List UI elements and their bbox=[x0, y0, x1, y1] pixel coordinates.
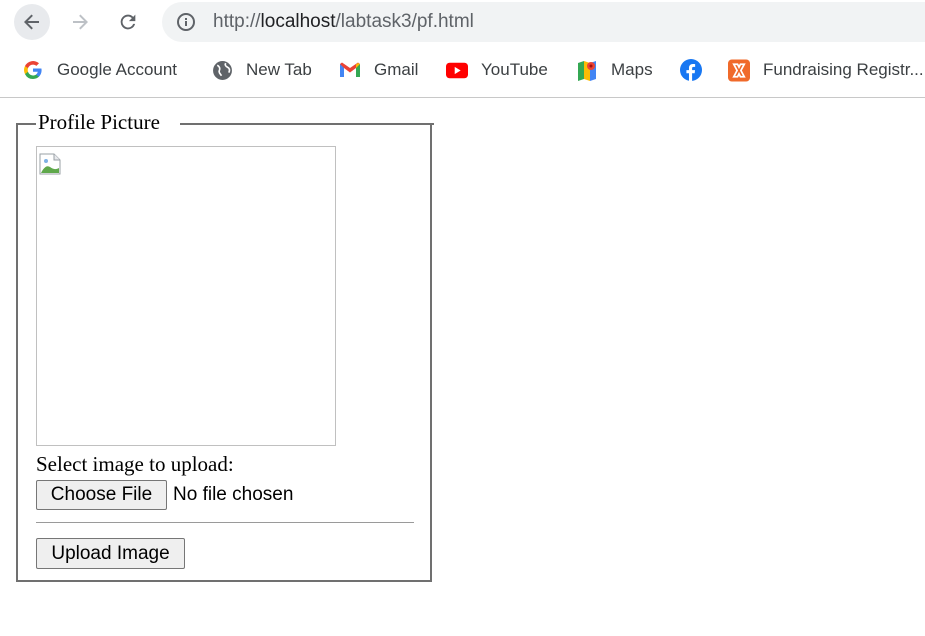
globe-icon bbox=[211, 59, 233, 81]
bookmark-facebook[interactable] bbox=[680, 57, 715, 83]
maps-icon bbox=[576, 59, 598, 81]
upload-image-button[interactable]: Upload Image bbox=[36, 538, 185, 569]
fieldset-border bbox=[180, 123, 434, 125]
bookmark-label: Gmail bbox=[374, 60, 419, 79]
fieldset-legend: Profile Picture bbox=[38, 110, 160, 134]
bookmark-label: YouTube bbox=[481, 60, 548, 79]
bookmark-gmail[interactable]: Gmail bbox=[339, 57, 418, 83]
select-image-label: Select image to upload: bbox=[36, 452, 234, 476]
fieldset-border bbox=[16, 123, 36, 125]
browser-toolbar: http://localhost/labtask3/pf.html bbox=[0, 0, 925, 44]
bookmark-fundraising[interactable]: Fundraising Registr... bbox=[728, 57, 924, 83]
bookmark-label: New Tab bbox=[246, 60, 312, 79]
broken-image-icon bbox=[39, 153, 61, 175]
arrow-left-icon bbox=[24, 14, 39, 30]
forward-button[interactable] bbox=[62, 4, 98, 40]
google-icon bbox=[22, 59, 44, 81]
facebook-icon bbox=[680, 59, 702, 81]
page-content: Profile Picture Select image to upload: … bbox=[0, 98, 925, 636]
file-status-text: No file chosen bbox=[173, 484, 294, 505]
bookmark-maps[interactable]: Maps bbox=[576, 57, 653, 83]
bookmark-google-account[interactable]: Google Account bbox=[22, 57, 177, 83]
reload-button[interactable] bbox=[110, 4, 146, 40]
bookmark-label: Google Account bbox=[57, 60, 178, 79]
url-path: /labtask3/pf.html bbox=[335, 11, 474, 32]
url-host: localhost bbox=[260, 11, 336, 32]
xampp-icon bbox=[728, 59, 750, 81]
back-button[interactable] bbox=[14, 4, 50, 40]
choose-file-button[interactable]: Choose File bbox=[36, 480, 167, 510]
bookmark-label: Fundraising Registr... bbox=[763, 60, 924, 79]
bookmark-new-tab[interactable]: New Tab bbox=[211, 57, 312, 83]
bookmark-label: Maps bbox=[611, 60, 653, 79]
address-bar[interactable]: http://localhost/labtask3/pf.html bbox=[162, 2, 925, 42]
url-prefix: http:// bbox=[213, 11, 261, 32]
separator-line bbox=[36, 522, 414, 523]
info-icon[interactable] bbox=[176, 12, 196, 37]
youtube-icon bbox=[446, 59, 468, 81]
profile-image-placeholder bbox=[36, 146, 336, 446]
reload-icon bbox=[120, 14, 136, 30]
bookmarks-bar: Google Account New Tab Gmail YouTube Map… bbox=[0, 48, 925, 92]
url-text: http://localhost/labtask3/pf.html bbox=[213, 11, 474, 33]
gmail-icon bbox=[339, 59, 361, 81]
bookmark-youtube[interactable]: YouTube bbox=[446, 57, 548, 83]
arrow-right-icon bbox=[73, 14, 88, 30]
